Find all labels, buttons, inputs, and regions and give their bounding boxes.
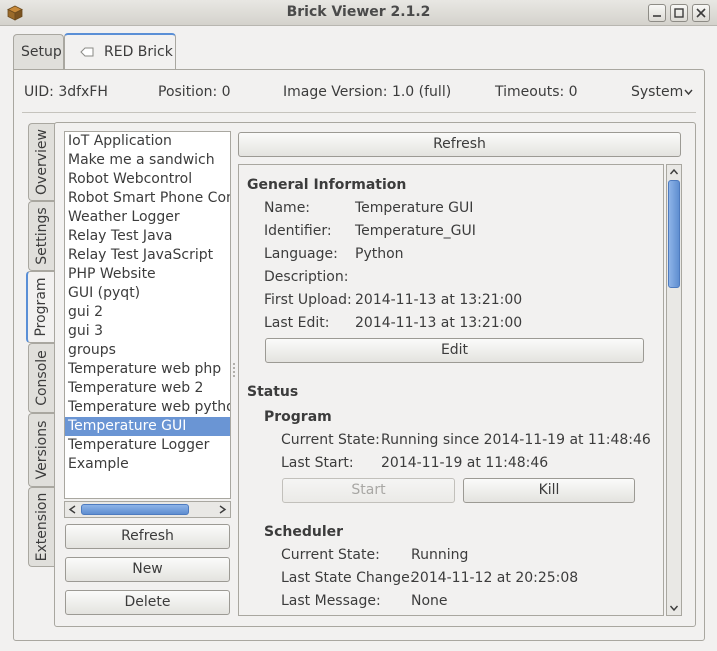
- list-item[interactable]: Robot Smart Phone Control: [65, 189, 230, 208]
- tab-versions-label: Versions: [34, 420, 50, 480]
- new-program-button[interactable]: New: [65, 557, 230, 582]
- program-list[interactable]: IoT Application Make me a sandwich Robot W…: [64, 131, 231, 499]
- window-title: Brick Viewer 2.1.2: [286, 4, 431, 20]
- tab-extension[interactable]: Extension: [28, 487, 55, 567]
- minimize-button[interactable]: [648, 4, 666, 22]
- current-state-label: Current State:: [281, 432, 380, 448]
- tab-setup-label: Setup: [21, 44, 62, 60]
- scroll-right-icon[interactable]: [215, 502, 230, 517]
- scheduler-heading: Scheduler: [264, 524, 344, 540]
- scheduler-message-value: None: [411, 593, 448, 609]
- scroll-down-icon[interactable]: [667, 601, 681, 615]
- general-heading: General Information: [247, 177, 407, 193]
- scheduler-state-label: Current State:: [281, 547, 380, 563]
- scroll-thumb[interactable]: [81, 504, 189, 515]
- maximize-button[interactable]: [670, 4, 688, 22]
- name-value: Temperature GUI: [355, 200, 474, 216]
- system-menu[interactable]: System: [631, 84, 693, 100]
- list-item[interactable]: Temperature web python: [65, 398, 230, 417]
- list-item[interactable]: IoT Application: [65, 132, 230, 151]
- list-item[interactable]: Robot Webcontrol: [65, 170, 230, 189]
- divider: [22, 112, 696, 113]
- tab-program-label: Program: [33, 277, 49, 337]
- list-item[interactable]: PHP Website: [65, 265, 230, 284]
- last-edit-label: Last Edit:: [264, 315, 330, 331]
- tab-program[interactable]: Program: [26, 271, 54, 343]
- name-label: Name:: [264, 200, 311, 216]
- uid-label: UID: 3dfxFH: [24, 84, 108, 100]
- list-item[interactable]: Relay Test JavaScript: [65, 246, 230, 265]
- position-label: Position: 0: [158, 84, 231, 100]
- chevron-down-icon: [684, 89, 693, 96]
- system-menu-label: System: [631, 84, 684, 100]
- disconnect-icon[interactable]: [80, 46, 94, 58]
- tab-overview-label: Overview: [34, 129, 50, 195]
- minimize-icon: [653, 15, 661, 17]
- status-heading: Status: [247, 384, 299, 400]
- maximize-icon: [674, 8, 684, 18]
- tab-extension-label: Extension: [34, 492, 50, 562]
- horizontal-scrollbar[interactable]: [64, 501, 231, 518]
- first-upload-label: First Upload:: [264, 292, 352, 308]
- list-item[interactable]: Relay Test Java: [65, 227, 230, 246]
- last-edit-value: 2014-11-13 at 13:21:00: [355, 315, 523, 331]
- edit-button[interactable]: Edit: [265, 338, 644, 363]
- start-button[interactable]: Start: [282, 478, 455, 503]
- last-start-label: Last Start:: [281, 455, 354, 471]
- program-details: General Information Name: Temperature GU…: [238, 164, 664, 616]
- list-item[interactable]: Make me a sandwich: [65, 151, 230, 170]
- delete-program-button[interactable]: Delete: [65, 590, 230, 615]
- close-button[interactable]: [692, 4, 710, 22]
- tab-red-brick[interactable]: RED Brick: [64, 33, 176, 70]
- tab-red-brick-label: RED Brick: [104, 44, 173, 60]
- scroll-thumb-vertical[interactable]: [668, 180, 680, 288]
- scroll-up-icon[interactable]: [667, 165, 681, 179]
- tab-settings[interactable]: Settings: [28, 201, 55, 271]
- vertical-scrollbar[interactable]: [666, 164, 682, 616]
- splitter-handle[interactable]: [232, 362, 236, 380]
- scheduler-message-label: Last Message:: [281, 593, 381, 609]
- list-item[interactable]: Example: [65, 455, 230, 474]
- scroll-left-icon[interactable]: [65, 502, 80, 517]
- current-state-value: Running since 2014-11-19 at 11:48:46: [381, 432, 651, 448]
- list-item[interactable]: gui 3: [65, 322, 230, 341]
- tab-overview[interactable]: Overview: [28, 123, 55, 201]
- tab-console-label: Console: [34, 350, 50, 406]
- title-bar: Brick Viewer 2.1.2: [0, 0, 717, 26]
- scheduler-change-label: Last State Change:: [281, 570, 415, 586]
- scheduler-state-value: Running: [411, 547, 469, 563]
- program-status-heading: Program: [264, 409, 332, 425]
- tab-settings-label: Settings: [34, 207, 50, 265]
- list-item[interactable]: Temperature GUI: [65, 417, 230, 436]
- tab-console[interactable]: Console: [28, 343, 55, 413]
- timeouts-label: Timeouts: 0: [495, 84, 578, 100]
- identifier-value: Temperature_GUI: [355, 223, 476, 239]
- refresh-button[interactable]: Refresh: [238, 132, 681, 157]
- last-start-value: 2014-11-19 at 11:48:46: [381, 455, 549, 471]
- list-item[interactable]: Temperature web 2: [65, 379, 230, 398]
- identifier-label: Identifier:: [264, 223, 332, 239]
- description-label: Description:: [264, 269, 349, 285]
- scheduler-change-value: 2014-11-12 at 20:25:08: [411, 570, 579, 586]
- tab-versions[interactable]: Versions: [28, 413, 55, 487]
- list-item[interactable]: Temperature Logger: [65, 436, 230, 455]
- list-item[interactable]: Weather Logger: [65, 208, 230, 227]
- list-item[interactable]: Temperature web php: [65, 360, 230, 379]
- tab-setup[interactable]: Setup: [13, 34, 64, 70]
- kill-button[interactable]: Kill: [463, 478, 635, 503]
- language-label: Language:: [264, 246, 338, 262]
- refresh-list-button[interactable]: Refresh: [65, 524, 230, 549]
- image-version-label: Image Version: 1.0 (full): [283, 84, 452, 100]
- language-value: Python: [355, 246, 404, 262]
- close-icon: [696, 8, 706, 18]
- list-item[interactable]: gui 2: [65, 303, 230, 322]
- list-item[interactable]: groups: [65, 341, 230, 360]
- list-item[interactable]: GUI (pyqt): [65, 284, 230, 303]
- first-upload-value: 2014-11-13 at 13:21:00: [355, 292, 523, 308]
